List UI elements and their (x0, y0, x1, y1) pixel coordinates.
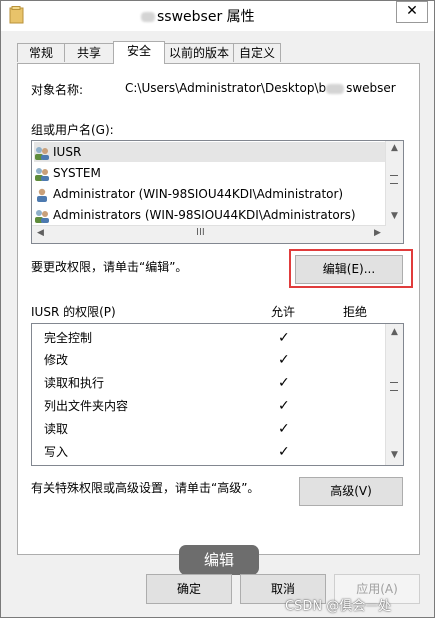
users-group-icon (35, 167, 49, 181)
check-icon: ✓ (278, 398, 290, 414)
permissions-label: IUSR 的权限(P) (31, 305, 116, 319)
properties-dialog: sswebser 属性 ✕ 常规 共享 安全 以前的版本 自定义 对象名称: C… (0, 0, 435, 618)
scroll-grip-icon[interactable] (390, 175, 398, 184)
tab-previous-versions[interactable]: 以前的版本 (164, 43, 234, 62)
group-user-list[interactable]: IUSR SYSTEM Administrator (WIN-98SIOU44K… (31, 140, 404, 244)
permission-row: 读取 (44, 422, 69, 436)
object-name-value: C:\Users\Administrator\Desktop\b swebser (125, 81, 396, 95)
scroll-grip-icon[interactable] (390, 382, 398, 391)
edit-tooltip: 编辑 (179, 545, 259, 575)
title-bar: sswebser 属性 ✕ (1, 1, 434, 31)
permission-row: 列出文件夹内容 (44, 399, 129, 413)
highlight-box (289, 249, 413, 288)
permissions-list[interactable]: 完全控制 ✓ 修改 ✓ 读取和执行 ✓ 列出文件夹内容 ✓ 读取 ✓ 写入 ✓ … (31, 323, 404, 466)
group-list-label: 组或用户名(G): (31, 123, 114, 137)
advanced-hint: 有关特殊权限或高级设置，请单击“高级”。 (31, 481, 260, 495)
permission-row: 修改 (44, 353, 69, 367)
close-icon: ✕ (406, 3, 418, 19)
list-item[interactable]: IUSR (34, 142, 386, 162)
check-icon: ✓ (278, 444, 290, 460)
scroll-down-icon[interactable]: ▼ (386, 211, 403, 221)
check-icon: ✓ (278, 330, 290, 346)
scroll-right-icon[interactable]: ▶ (369, 228, 386, 238)
scroll-grip-icon[interactable]: III (196, 227, 205, 238)
tab-security[interactable]: 安全 (113, 41, 165, 64)
close-button[interactable]: ✕ (396, 1, 428, 23)
watermark: CSDN @俱会一处 (285, 599, 392, 614)
folder-icon (9, 6, 24, 24)
permission-row: 完全控制 (44, 331, 93, 345)
users-group-icon (35, 209, 49, 223)
scroll-up-icon[interactable]: ▲ (386, 327, 403, 337)
list-item[interactable]: SYSTEM (34, 163, 101, 183)
allow-header: 允许 (271, 305, 296, 319)
users-group-icon (35, 146, 49, 160)
check-icon: ✓ (278, 352, 290, 368)
list-item[interactable]: Administrators (WIN-98SIOU44KDI\Administ… (34, 205, 356, 225)
object-name-label: 对象名称: (31, 83, 84, 97)
tab-general[interactable]: 常规 (17, 43, 65, 62)
list-vertical-scrollbar[interactable]: ▲ ▼ (385, 141, 403, 226)
check-icon: ✓ (278, 375, 290, 391)
check-icon: ✓ (278, 421, 290, 437)
user-icon (37, 188, 47, 202)
tab-sharing[interactable]: 共享 (64, 43, 114, 62)
list-item[interactable]: Administrator (WIN-98SIOU44KDI\Administr… (34, 184, 343, 204)
permissions-scrollbar[interactable]: ▲ ▼ (385, 324, 403, 465)
change-permission-hint: 要更改权限，请单击“编辑”。 (31, 260, 188, 274)
scroll-corner (386, 226, 403, 243)
ok-button[interactable]: 确定 (146, 574, 232, 604)
scroll-up-icon[interactable]: ▲ (386, 143, 403, 153)
tab-customize[interactable]: 自定义 (233, 43, 281, 62)
scroll-down-icon[interactable]: ▼ (386, 450, 403, 460)
deny-header: 拒绝 (343, 305, 368, 319)
window-title: sswebser 属性 (141, 6, 255, 26)
list-horizontal-scrollbar[interactable]: ◀ III ▶ (32, 225, 386, 243)
permission-row: 写入 (44, 445, 69, 459)
permission-row: 读取和执行 (44, 376, 105, 390)
scroll-left-icon[interactable]: ◀ (32, 228, 49, 238)
advanced-button[interactable]: 高级(V) (299, 477, 403, 506)
